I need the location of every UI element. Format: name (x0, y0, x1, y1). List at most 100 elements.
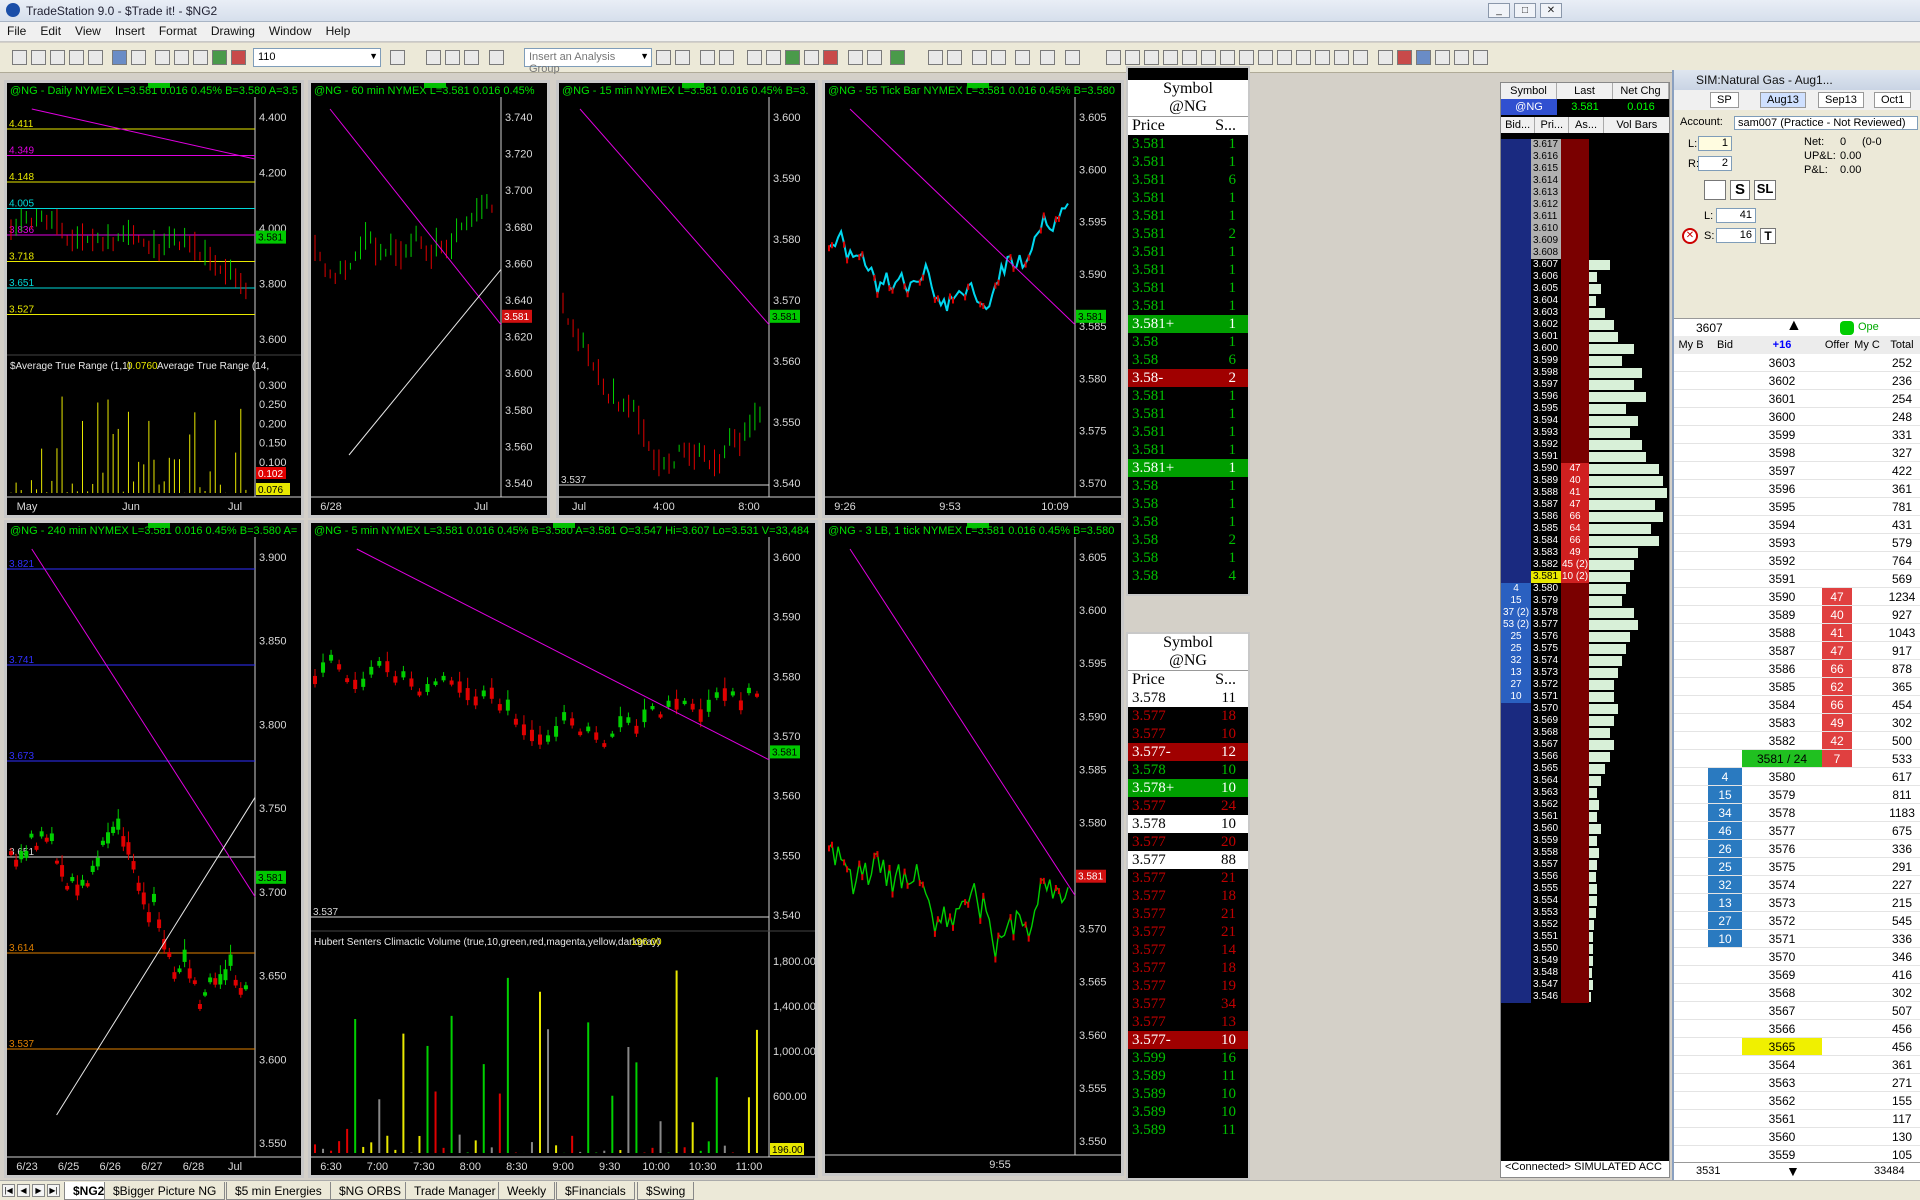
depth-row[interactable]: 3.611 (1501, 211, 1669, 223)
depth-row[interactable]: 3.584 66 (1501, 535, 1669, 547)
chart-grip[interactable] (967, 523, 990, 528)
offer-cell[interactable] (1822, 1146, 1852, 1163)
offer-cell[interactable] (1822, 372, 1852, 389)
data-icon[interactable] (747, 50, 762, 65)
color-icon[interactable] (212, 50, 227, 65)
offer-cell[interactable] (1822, 426, 1852, 443)
chart-15min[interactable]: @NG - 15 min NYMEX L=3.581 0.016 0.45% B… (556, 80, 818, 518)
my-bid-cell[interactable] (1674, 984, 1708, 1001)
vertical-arrow-icon[interactable] (1277, 50, 1292, 65)
my-bid-cell[interactable] (1674, 840, 1708, 857)
chart-canvas[interactable]: 3.605 3.600 3.595 3.590 3.585 3.580 3.575 3.570… (825, 83, 1121, 515)
depth-row[interactable]: 3.559 (1501, 835, 1669, 847)
ladder-price[interactable]: 3569 (1742, 966, 1822, 983)
depth-row[interactable]: 3.604 (1501, 295, 1669, 307)
table-icon[interactable] (445, 50, 460, 65)
depth-row[interactable]: 3.546 (1501, 991, 1669, 1003)
offer-cell[interactable]: 7 (1822, 750, 1852, 767)
my-offer-cell[interactable] (1852, 804, 1882, 821)
bid-cell[interactable]: 26 (1708, 840, 1742, 857)
depth-row[interactable]: 3.592 (1501, 439, 1669, 451)
depth-row[interactable]: 3.602 (1501, 319, 1669, 331)
bid-cell[interactable] (1708, 642, 1742, 659)
channel-icon[interactable] (1163, 50, 1178, 65)
menu-format[interactable]: Format (152, 22, 204, 40)
depth-row[interactable]: 3.601 (1501, 331, 1669, 343)
ladder-price[interactable]: 3560 (1742, 1128, 1822, 1145)
ladder-price[interactable]: 3567 (1742, 1002, 1822, 1019)
depth-row[interactable]: 3.562 (1501, 799, 1669, 811)
my-bid-cell[interactable] (1674, 1038, 1708, 1055)
depth-row[interactable]: 3.594 (1501, 415, 1669, 427)
offer-cell[interactable] (1822, 1020, 1852, 1037)
bid-cell[interactable] (1708, 750, 1742, 767)
bid-cell[interactable] (1708, 1038, 1742, 1055)
bid-cell[interactable] (1708, 516, 1742, 533)
indicator-icon[interactable] (489, 50, 504, 65)
bid-cell[interactable]: 32 (1708, 876, 1742, 893)
order-ladder-row[interactable]: 3585 62 365 (1674, 678, 1920, 696)
offer-cell[interactable]: 47 (1822, 588, 1852, 605)
depth-row[interactable]: 3.610 (1501, 223, 1669, 235)
bid-cell[interactable] (1708, 984, 1742, 1001)
ladder-price[interactable]: 3580 (1742, 768, 1822, 785)
depth-row[interactable]: 27 3.572 (1501, 679, 1669, 691)
prev-tab-icon[interactable]: ◀ (17, 1184, 30, 1197)
depth-row[interactable]: 3.605 (1501, 283, 1669, 295)
my-offer-cell[interactable] (1852, 354, 1882, 371)
bid-cell[interactable] (1708, 606, 1742, 623)
offer-cell[interactable] (1822, 480, 1852, 497)
my-bid-cell[interactable] (1674, 552, 1708, 569)
ladder-price[interactable]: 3593 (1742, 534, 1822, 551)
trendline[interactable] (849, 548, 1076, 896)
bid-cell[interactable] (1708, 480, 1742, 497)
ladder-price[interactable]: 3565 (1742, 1038, 1822, 1055)
order-ladder-row[interactable]: 3587 47 917 (1674, 642, 1920, 660)
ladder-price[interactable]: 3595 (1742, 498, 1822, 515)
first-tab-icon[interactable]: |◀ (2, 1184, 15, 1197)
depth-row[interactable]: 3.600 (1501, 343, 1669, 355)
bid-cell[interactable] (1708, 1020, 1742, 1037)
next-tab-icon[interactable]: ▶ (32, 1184, 45, 1197)
my-offer-cell[interactable] (1852, 822, 1882, 839)
depth-row[interactable]: 3.569 (1501, 715, 1669, 727)
order-ladder-row[interactable]: 46 3577 675 (1674, 822, 1920, 840)
my-offer-cell[interactable] (1852, 1002, 1882, 1019)
bid-cell[interactable] (1708, 948, 1742, 965)
ladder-price[interactable]: 3586 (1742, 660, 1822, 677)
bid-cell[interactable] (1708, 354, 1742, 371)
my-offer-cell[interactable] (1852, 840, 1882, 857)
bid-cell[interactable]: 15 (1708, 786, 1742, 803)
depth-row[interactable]: 3.561 (1501, 811, 1669, 823)
my-bid-cell[interactable] (1674, 480, 1708, 497)
tab-5min-energies[interactable]: $5 min Energies (226, 1182, 331, 1200)
offer-cell[interactable] (1822, 1038, 1852, 1055)
ladder-price[interactable]: 3579 (1742, 786, 1822, 803)
tab-financials[interactable]: $Financials (556, 1182, 635, 1200)
my-bid-cell[interactable] (1674, 786, 1708, 803)
order-ladder-row[interactable]: 3564 361 (1674, 1056, 1920, 1074)
offer-cell[interactable] (1822, 354, 1852, 371)
depth-row[interactable]: 3.591 (1501, 451, 1669, 463)
depth-row[interactable]: 25 3.576 (1501, 631, 1669, 643)
insert-analysis-icon[interactable] (656, 50, 671, 65)
my-offer-cell[interactable] (1852, 966, 1882, 983)
chart-canvas[interactable]: 4.4004.2004.0003.8003.6003.5814.4114.349… (7, 83, 301, 515)
depth-row[interactable]: 3.612 (1501, 199, 1669, 211)
depth-row[interactable]: 3.557 (1501, 859, 1669, 871)
open-icon[interactable] (31, 50, 46, 65)
vertical-lines-icon[interactable] (1125, 50, 1140, 65)
my-bid-cell[interactable] (1674, 696, 1708, 713)
my-bid-cell[interactable] (1674, 1146, 1708, 1163)
chart-canvas[interactable]: 3.900 3.850 3.800 3.750 3.700 3.650 3.600 3.550… (7, 523, 301, 1175)
horizontal-lines-icon[interactable] (1144, 50, 1159, 65)
offer-cell[interactable] (1822, 948, 1852, 965)
trendline[interactable] (329, 108, 502, 325)
order-ladder-row[interactable]: 3584 66 454 (1674, 696, 1920, 714)
offer-cell[interactable]: 66 (1822, 696, 1852, 713)
offer-cell[interactable] (1822, 768, 1852, 785)
order-ladder-row[interactable]: 3565 456 (1674, 1038, 1920, 1056)
depth-row[interactable]: 3.598 (1501, 367, 1669, 379)
my-bid-cell[interactable] (1674, 894, 1708, 911)
new-icon[interactable] (12, 50, 27, 65)
